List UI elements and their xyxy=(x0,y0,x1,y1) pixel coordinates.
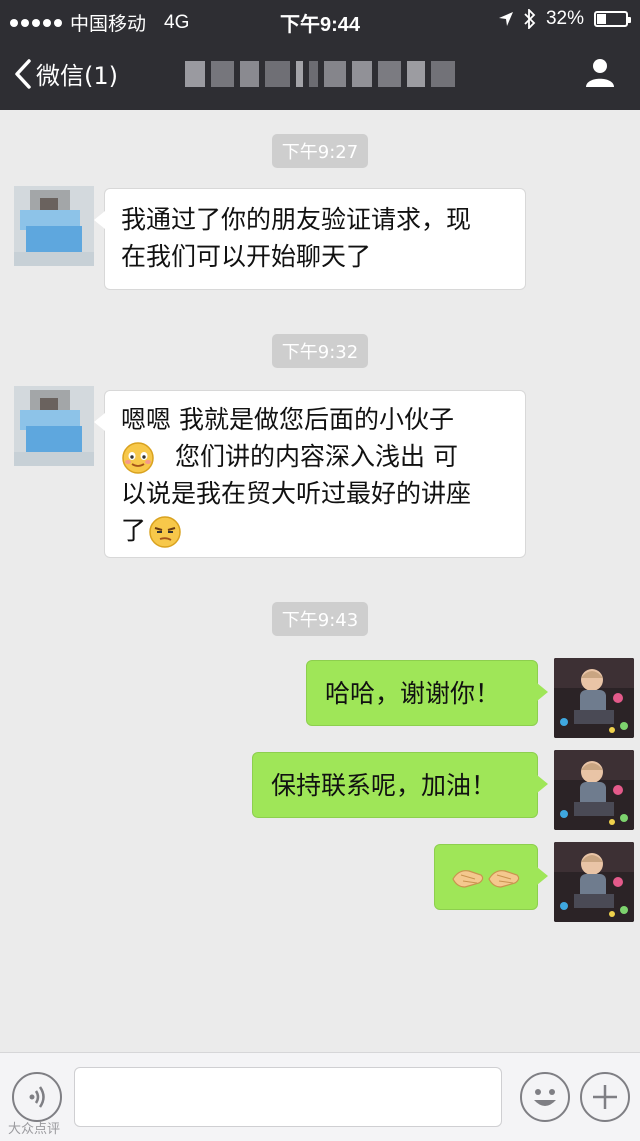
input-toolbar xyxy=(0,1052,640,1141)
message-bubble-outgoing[interactable]: 哈哈，谢谢你！ xyxy=(306,660,548,726)
timestamp-2: 下午9:43 xyxy=(0,602,640,636)
smirk-face-emoji-icon xyxy=(149,516,181,548)
watermark: 大众点评 xyxy=(8,1118,60,1137)
back-label: 微信(1) xyxy=(36,62,118,90)
more-button[interactable] xyxy=(580,1072,630,1122)
message-input[interactable] xyxy=(74,1067,502,1127)
avatar-contact[interactable] xyxy=(14,386,94,466)
avatar-self[interactable] xyxy=(554,658,634,738)
message-text: 了 xyxy=(121,516,147,545)
message-bubble-incoming[interactable]: 我通过了你的朋友验证请求，现 在我们可以开始聊天了 xyxy=(94,188,526,290)
smiley-icon xyxy=(534,1089,556,1106)
timestamp-1: 下午9:32 xyxy=(0,334,640,368)
plus-icon xyxy=(593,1085,617,1109)
navigation-bar: 微信(1) xyxy=(0,38,640,110)
message-bubble-incoming[interactable]: 嗯嗯 我就是做您后面的小伙子 您们讲的内容深入浅出 可 以说是我在贸大听过最好的… xyxy=(94,390,526,558)
smiling-face-emoji-icon xyxy=(122,442,154,474)
message-line: 您们讲的内容深入浅出 可 xyxy=(121,438,509,475)
avatar-self-image xyxy=(554,750,634,830)
voice-button[interactable] xyxy=(12,1072,62,1122)
status-bar: 中国移动 4G 下午9:44 32% xyxy=(0,0,640,38)
voice-icon xyxy=(29,1086,45,1108)
message-line: 我通过了你的朋友验证请求，现 xyxy=(121,205,472,234)
bluetooth-icon xyxy=(524,9,536,29)
message-bubble-outgoing[interactable] xyxy=(434,844,548,910)
avatar-contact[interactable] xyxy=(14,186,94,266)
message-line: 以说是我在贸大听过最好的讲座 xyxy=(121,479,472,508)
status-right: 32% xyxy=(498,8,631,30)
message-line: 在我们可以开始聊天了 xyxy=(121,242,372,271)
message-line: 嗯嗯 我就是做您后面的小伙子 xyxy=(121,405,454,434)
person-icon xyxy=(586,59,614,87)
back-button[interactable]: 微信(1) xyxy=(14,56,118,91)
timestamp-0: 下午9:27 xyxy=(0,134,640,168)
message-bubble-outgoing[interactable]: 保持联系呢，加油！ xyxy=(252,752,548,818)
emoji-button[interactable] xyxy=(520,1072,570,1122)
chat-title-obscured xyxy=(185,58,455,90)
chevron-left-icon xyxy=(15,58,31,89)
avatar-self[interactable] xyxy=(554,750,634,830)
avatar-self[interactable] xyxy=(554,842,634,922)
message-text: 哈哈，谢谢你！ xyxy=(325,679,501,708)
avatar-self-image xyxy=(554,842,634,922)
chat-info-button[interactable] xyxy=(584,56,616,92)
message-text: 您们讲的内容深入浅出 可 xyxy=(175,442,458,471)
watermark-text: 大众点评 xyxy=(8,1122,61,1137)
handshake-emoji-icon xyxy=(452,870,520,888)
avatar-self-image xyxy=(554,658,634,738)
message-text: 保持联系呢，加油！ xyxy=(271,771,497,800)
battery-percent: 32% xyxy=(545,8,584,29)
message-line: 了 xyxy=(121,512,509,549)
battery-icon xyxy=(594,11,631,27)
location-arrow-icon xyxy=(498,12,513,26)
